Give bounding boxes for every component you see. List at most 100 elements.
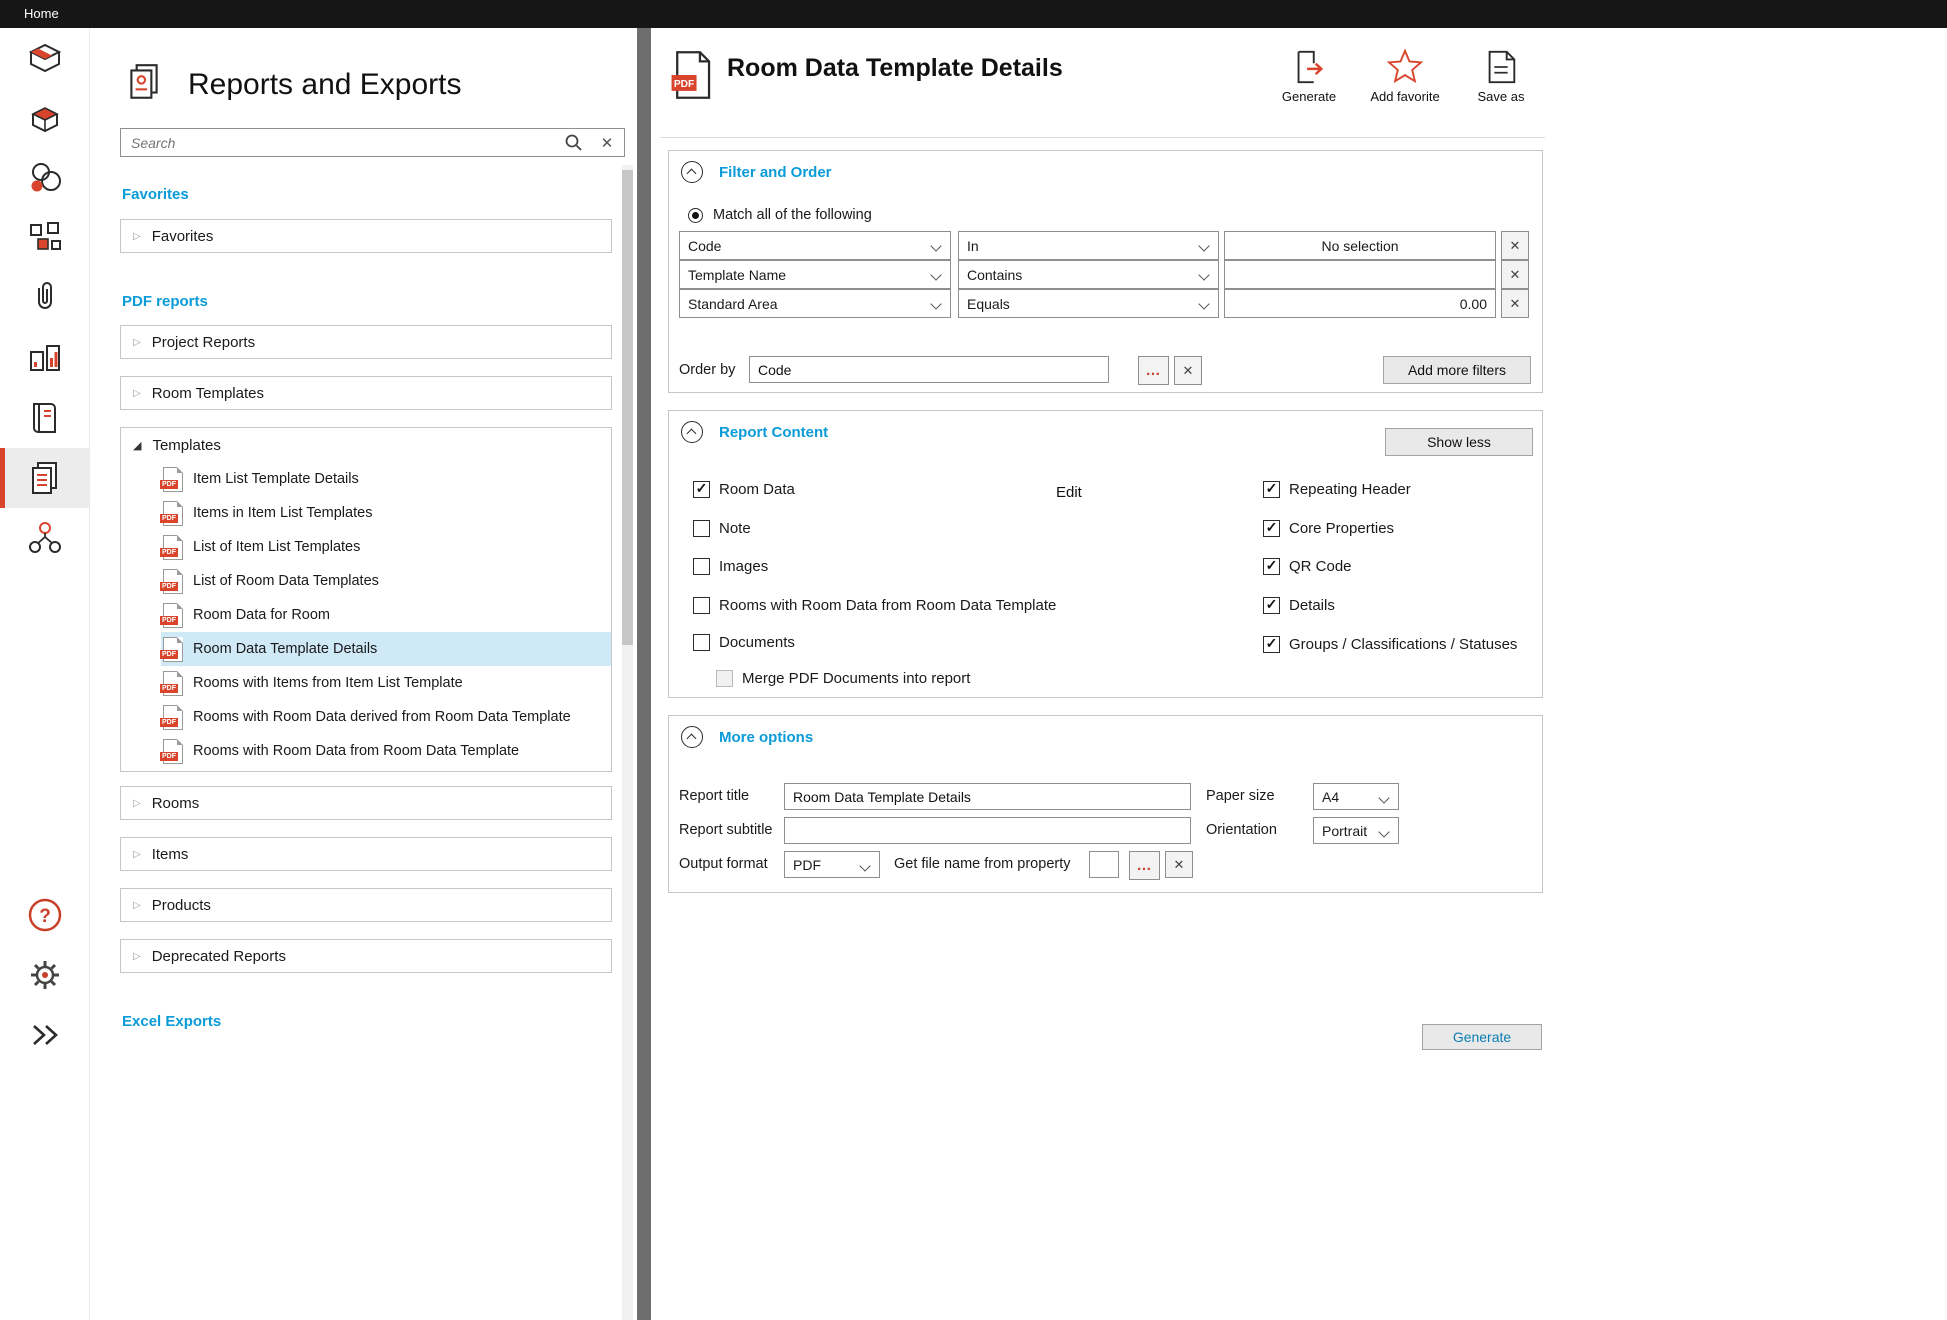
close-icon: ✕ xyxy=(1510,296,1521,312)
report-item[interactable]: Room Data for Room xyxy=(161,598,611,632)
filter-operator-select[interactable]: Contains xyxy=(958,260,1219,289)
home-tab[interactable]: Home xyxy=(24,0,59,28)
search-icon[interactable] xyxy=(556,133,590,152)
rooms-with-room-data-checkbox[interactable] xyxy=(693,597,710,614)
images-checkbox[interactable] xyxy=(693,558,710,575)
core-properties-checkbox[interactable] xyxy=(1263,520,1280,537)
filter-value-field[interactable] xyxy=(1224,260,1496,289)
group-project-reports[interactable]: ▷ Project Reports xyxy=(120,325,612,359)
report-title-input[interactable] xyxy=(784,783,1191,810)
building-model-icon xyxy=(25,98,65,138)
rail-bottom-group: ? xyxy=(0,885,90,1065)
rail-item-network[interactable] xyxy=(0,508,90,568)
group-items[interactable]: ▷ Items xyxy=(120,837,612,871)
filter-operator-select[interactable]: Equals xyxy=(958,289,1219,318)
note-checkbox[interactable] xyxy=(693,520,710,537)
check-core-properties: Core Properties xyxy=(1263,520,1394,537)
section-title: Report Content xyxy=(719,424,828,441)
report-item-selected[interactable]: Room Data Template Details xyxy=(161,632,611,666)
save-as-button[interactable]: Save as xyxy=(1456,48,1546,104)
groups-classifications-checkbox[interactable] xyxy=(1263,636,1280,653)
pdf-file-icon xyxy=(163,603,183,628)
report-item[interactable]: Items in Item List Templates xyxy=(161,496,611,530)
collapse-section-button[interactable] xyxy=(681,161,703,183)
report-item[interactable]: List of Room Data Templates xyxy=(161,564,611,598)
group-products[interactable]: ▷ Products xyxy=(120,888,612,922)
search-input[interactable] xyxy=(121,135,556,151)
paperclip-icon xyxy=(25,278,65,318)
rail-item-settings[interactable] xyxy=(0,945,90,1005)
rail-item-expand[interactable] xyxy=(0,1005,90,1065)
filter-field-select[interactable]: Code xyxy=(679,231,951,260)
app-window: Home xyxy=(0,0,1947,1320)
clear-order-button[interactable]: ✕ xyxy=(1174,356,1202,385)
filter-value-field[interactable]: No selection xyxy=(1224,231,1496,260)
room-data-checkbox[interactable] xyxy=(693,481,710,498)
group-rooms[interactable]: ▷ Rooms xyxy=(120,786,612,820)
file-name-browse-button[interactable]: … xyxy=(1129,851,1160,880)
report-title-label: Report title xyxy=(679,783,749,810)
add-more-filters-button[interactable]: Add more filters xyxy=(1383,356,1531,384)
report-item[interactable]: Rooms with Room Data from Room Data Temp… xyxy=(161,734,611,768)
pdf-file-icon xyxy=(163,739,183,764)
output-format-label: Output format xyxy=(679,851,768,878)
rail-item-reports[interactable] xyxy=(0,448,90,508)
remove-filter-button[interactable]: ✕ xyxy=(1501,231,1529,260)
remove-filter-button[interactable]: ✕ xyxy=(1501,289,1529,318)
rail-item-buildings[interactable] xyxy=(0,328,90,388)
add-favorite-button[interactable]: Add favorite xyxy=(1360,48,1450,104)
check-repeating-header: Repeating Header xyxy=(1263,481,1411,498)
group-favorites[interactable]: ▷ Favorites xyxy=(120,219,612,253)
group-deprecated-reports[interactable]: ▷ Deprecated Reports xyxy=(120,939,612,973)
collapse-section-button[interactable] xyxy=(681,726,703,748)
report-item[interactable]: Rooms with Room Data derived from Room D… xyxy=(161,700,611,734)
filter-field-select[interactable]: Template Name xyxy=(679,260,951,289)
rail-item-catalog[interactable] xyxy=(0,388,90,448)
group-templates-header[interactable]: ◢ Templates xyxy=(121,428,611,462)
match-all-row: Match all of the following xyxy=(688,207,872,223)
order-by-input[interactable] xyxy=(749,356,1109,383)
match-all-radio[interactable] xyxy=(688,208,703,223)
rail-item-plan[interactable] xyxy=(0,28,90,88)
remove-filter-button[interactable]: ✕ xyxy=(1501,260,1529,289)
report-item[interactable]: List of Item List Templates xyxy=(161,530,611,564)
left-panel-scrollbar[interactable] xyxy=(622,165,633,1320)
rail-item-help[interactable]: ? xyxy=(0,885,90,945)
file-name-property-input[interactable] xyxy=(1089,851,1119,878)
details-checkbox[interactable] xyxy=(1263,597,1280,614)
rail-item-components[interactable] xyxy=(0,208,90,268)
order-by-label: Order by xyxy=(679,362,735,378)
orientation-select[interactable]: Portrait xyxy=(1313,817,1399,844)
rail-item-building[interactable] xyxy=(0,88,90,148)
more-icon: … xyxy=(1137,857,1153,874)
merge-pdf-checkbox[interactable] xyxy=(716,670,733,687)
generate-toolbar-button[interactable]: Generate xyxy=(1264,48,1354,104)
qr-code-checkbox[interactable] xyxy=(1263,558,1280,575)
file-name-property-label: Get file name from property xyxy=(894,851,1071,878)
output-format-select[interactable]: PDF xyxy=(784,851,880,878)
chevron-right-icon: ▷ xyxy=(133,337,141,348)
repeating-header-checkbox[interactable] xyxy=(1263,481,1280,498)
clear-file-name-button[interactable]: ✕ xyxy=(1165,851,1193,878)
scrollbar-thumb[interactable] xyxy=(622,170,633,645)
documents-checkbox[interactable] xyxy=(693,634,710,651)
report-item[interactable]: Rooms with Items from Item List Template xyxy=(161,666,611,700)
filter-operator-select[interactable]: In xyxy=(958,231,1219,260)
svg-text:?: ? xyxy=(39,906,51,927)
edit-link[interactable]: Edit xyxy=(1056,484,1082,501)
search-clear-icon[interactable]: ✕ xyxy=(590,134,624,152)
panel-splitter[interactable] xyxy=(637,28,651,1320)
rail-item-attachments[interactable] xyxy=(0,268,90,328)
check-room-data: Room Data xyxy=(693,481,795,498)
report-subtitle-input[interactable] xyxy=(784,817,1191,844)
collapse-section-button[interactable] xyxy=(681,421,703,443)
group-room-templates[interactable]: ▷ Room Templates xyxy=(120,376,612,410)
show-less-button[interactable]: Show less xyxy=(1385,428,1533,456)
generate-button[interactable]: Generate xyxy=(1422,1024,1542,1050)
order-by-browse-button[interactable]: … xyxy=(1138,356,1169,385)
report-item[interactable]: Item List Template Details xyxy=(161,462,611,496)
filter-field-select[interactable]: Standard Area xyxy=(679,289,951,318)
filter-value-field[interactable]: 0.00 xyxy=(1224,289,1496,318)
paper-size-select[interactable]: A4 xyxy=(1313,783,1399,810)
rail-item-shapes[interactable] xyxy=(0,148,90,208)
